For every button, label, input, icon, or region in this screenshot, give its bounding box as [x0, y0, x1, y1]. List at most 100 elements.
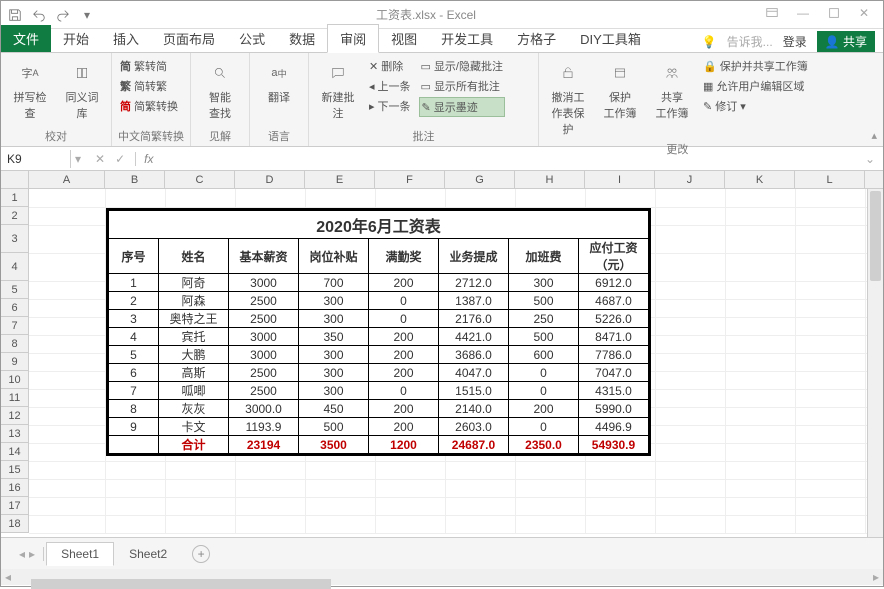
- tab-4[interactable]: 数据: [277, 25, 327, 52]
- tell-me-icon[interactable]: 💡: [702, 35, 717, 49]
- cell[interactable]: 7: [109, 382, 159, 400]
- translate-button[interactable]: a中翻译: [256, 57, 302, 107]
- signin-link[interactable]: 登录: [783, 33, 807, 50]
- select-all-corner[interactable]: [1, 171, 29, 188]
- cell[interactable]: 3686.0: [439, 346, 509, 364]
- save-icon[interactable]: [7, 7, 23, 23]
- cell[interactable]: 3000: [229, 274, 299, 292]
- row-header[interactable]: 12: [1, 407, 29, 425]
- cell[interactable]: 1515.0: [439, 382, 509, 400]
- cell[interactable]: 500: [509, 328, 579, 346]
- col-header[interactable]: J: [655, 171, 725, 188]
- expand-formula-icon[interactable]: ⌄: [857, 152, 883, 166]
- scroll-right-icon[interactable]: ▸: [869, 570, 883, 584]
- unprotect-sheet-button[interactable]: 撤消工 作表保护: [545, 57, 591, 139]
- cell[interactable]: 2176.0: [439, 310, 509, 328]
- cell[interactable]: 0: [369, 310, 439, 328]
- smart-lookup-button[interactable]: 智能 查找: [197, 57, 243, 123]
- undo-icon[interactable]: [31, 7, 47, 23]
- tab-6[interactable]: 视图: [379, 25, 429, 52]
- close-icon[interactable]: ✕: [859, 6, 869, 23]
- cell[interactable]: 500: [509, 292, 579, 310]
- cell[interactable]: 基本薪资: [229, 239, 299, 274]
- col-header[interactable]: L: [795, 171, 865, 188]
- prev-comment-button[interactable]: ◂ 上一条: [367, 77, 413, 95]
- cell[interactable]: 3000: [229, 346, 299, 364]
- show-all-comments-button[interactable]: ▭ 显示所有批注: [419, 77, 505, 95]
- cell[interactable]: 4315.0: [579, 382, 649, 400]
- track-changes-button[interactable]: ✎ 修订 ▾: [701, 97, 810, 115]
- cell[interactable]: 500: [299, 418, 369, 436]
- cell[interactable]: 6: [109, 364, 159, 382]
- cell[interactable]: 5990.0: [579, 400, 649, 418]
- row-header[interactable]: 17: [1, 497, 29, 515]
- row-header[interactable]: 2: [1, 207, 29, 225]
- row-header[interactable]: 18: [1, 515, 29, 533]
- cell[interactable]: 200: [369, 400, 439, 418]
- name-box-dropdown-icon[interactable]: ▾: [71, 152, 85, 166]
- cell[interactable]: 姓名: [159, 239, 229, 274]
- col-header[interactable]: K: [725, 171, 795, 188]
- cell[interactable]: 0: [509, 364, 579, 382]
- cell[interactable]: 6912.0: [579, 274, 649, 292]
- cell[interactable]: 7786.0: [579, 346, 649, 364]
- tab-3[interactable]: 公式: [227, 25, 277, 52]
- simp-to-trad-button[interactable]: 繁 简转繁: [118, 77, 180, 95]
- cell[interactable]: 300: [299, 292, 369, 310]
- cell[interactable]: 4687.0: [579, 292, 649, 310]
- cell[interactable]: 2350.0: [509, 436, 579, 454]
- row-header[interactable]: 1: [1, 189, 29, 207]
- cell[interactable]: 1: [109, 274, 159, 292]
- ribbon-options-icon[interactable]: [765, 6, 779, 23]
- sheet-tab[interactable]: Sheet2: [114, 542, 182, 566]
- cell[interactable]: 8: [109, 400, 159, 418]
- row-header[interactable]: 9: [1, 353, 29, 371]
- row-header[interactable]: 10: [1, 371, 29, 389]
- cell[interactable]: 4047.0: [439, 364, 509, 382]
- row-header[interactable]: 14: [1, 443, 29, 461]
- sheet-nav[interactable]: ◂▸: [11, 547, 44, 561]
- tab-7[interactable]: 开发工具: [429, 25, 505, 52]
- add-sheet-button[interactable]: +: [192, 545, 210, 563]
- cell[interactable]: 0: [369, 292, 439, 310]
- tell-me[interactable]: 告诉我...: [727, 33, 773, 50]
- cell[interactable]: 宾托: [159, 328, 229, 346]
- scroll-left-icon[interactable]: ◂: [1, 570, 15, 584]
- protect-workbook-button[interactable]: 保护 工作簿: [597, 57, 643, 123]
- tab-file[interactable]: 文件: [1, 25, 51, 52]
- col-header[interactable]: B: [105, 171, 165, 188]
- cell[interactable]: 0: [369, 382, 439, 400]
- cell[interactable]: 奥特之王: [159, 310, 229, 328]
- tab-5[interactable]: 审阅: [327, 24, 379, 53]
- cell[interactable]: 2712.0: [439, 274, 509, 292]
- horizontal-scrollbar[interactable]: ◂ ▸: [1, 569, 883, 585]
- row-header[interactable]: 16: [1, 479, 29, 497]
- cell[interactable]: 加班费: [509, 239, 579, 274]
- col-header[interactable]: F: [375, 171, 445, 188]
- cell[interactable]: 450: [299, 400, 369, 418]
- row-header[interactable]: 3: [1, 225, 29, 253]
- col-header[interactable]: C: [165, 171, 235, 188]
- col-header[interactable]: A: [29, 171, 105, 188]
- share-workbook-button[interactable]: 共享 工作簿: [649, 57, 695, 123]
- cell[interactable]: 0: [509, 382, 579, 400]
- cell[interactable]: 呱唧: [159, 382, 229, 400]
- name-box[interactable]: K9: [1, 150, 71, 168]
- cell[interactable]: 业务提成: [439, 239, 509, 274]
- spellcheck-button[interactable]: 字A拼写检查: [7, 57, 53, 123]
- share-button[interactable]: 👤 共享: [817, 31, 875, 52]
- cell[interactable]: 200: [369, 346, 439, 364]
- scrollbar-thumb[interactable]: [870, 191, 881, 281]
- cell[interactable]: 200: [369, 418, 439, 436]
- cell[interactable]: 200: [509, 400, 579, 418]
- row-header[interactable]: 15: [1, 461, 29, 479]
- redo-icon[interactable]: [55, 7, 71, 23]
- cell[interactable]: 54930.9: [579, 436, 649, 454]
- maximize-icon[interactable]: [827, 6, 841, 23]
- delete-comment-button[interactable]: ✕ 删除: [367, 57, 413, 75]
- col-header[interactable]: I: [585, 171, 655, 188]
- row-header[interactable]: 5: [1, 281, 29, 299]
- cell[interactable]: 200: [369, 328, 439, 346]
- row-header[interactable]: 13: [1, 425, 29, 443]
- cell[interactable]: 4421.0: [439, 328, 509, 346]
